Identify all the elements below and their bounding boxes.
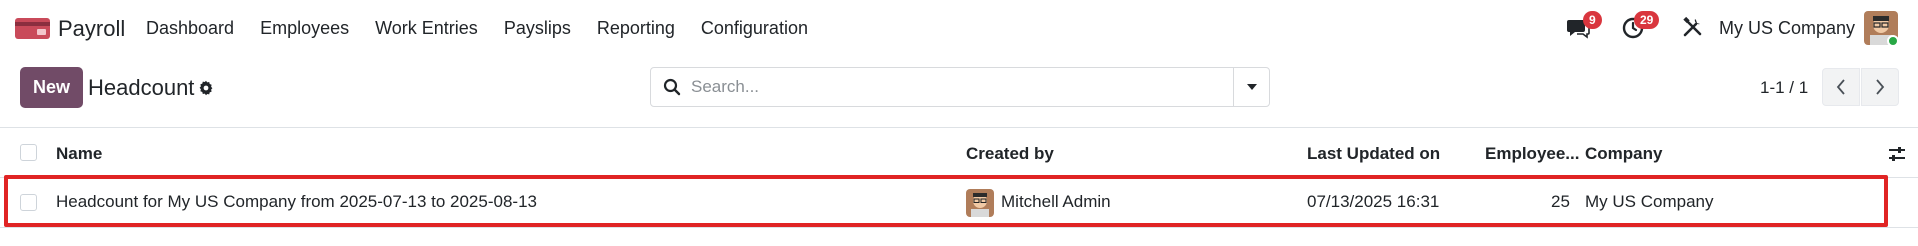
search-options-toggle[interactable] xyxy=(1233,68,1269,106)
cell-employees: 25 xyxy=(1551,192,1570,211)
caret-down-icon xyxy=(1246,84,1257,90)
pager-previous-button[interactable] xyxy=(1822,68,1860,106)
menu-item-payslips[interactable]: Payslips xyxy=(504,18,571,39)
tools-icon[interactable] xyxy=(1682,15,1704,39)
column-header-created-by[interactable]: Created by xyxy=(966,144,1054,164)
column-header-last-updated[interactable]: Last Updated on xyxy=(1307,144,1440,164)
cell-name: Headcount for My US Company from 2025-07… xyxy=(56,192,537,211)
menu-item-configuration[interactable]: Configuration xyxy=(701,18,808,39)
column-header-employees[interactable]: Employee... xyxy=(1485,144,1579,164)
avatar-image-icon xyxy=(966,189,994,217)
optional-columns-icon[interactable] xyxy=(1888,145,1906,163)
list-header: Name Created by Last Updated on Employee… xyxy=(0,128,1918,178)
column-header-name[interactable]: Name xyxy=(56,144,102,164)
main-menu: Dashboard Employees Work Entries Payslip… xyxy=(146,18,834,39)
payroll-app-icon[interactable] xyxy=(15,16,50,41)
chevron-right-icon xyxy=(1876,79,1885,95)
cell-company: My US Company xyxy=(1585,192,1714,211)
pager-value[interactable]: 1-1 / 1 xyxy=(1760,78,1808,98)
app-brand[interactable]: Payroll xyxy=(58,16,125,42)
gear-icon[interactable] xyxy=(198,80,214,96)
activities-badge: 29 xyxy=(1634,11,1660,29)
search-bar xyxy=(650,67,1270,107)
creator-avatar xyxy=(966,189,994,217)
cell-last-updated: 07/13/2025 16:31 xyxy=(1307,192,1440,211)
menu-item-dashboard[interactable]: Dashboard xyxy=(146,18,234,39)
menu-item-reporting[interactable]: Reporting xyxy=(597,18,675,39)
new-button[interactable]: New xyxy=(20,67,83,108)
table-row[interactable]: Headcount for My US Company from 2025-07… xyxy=(0,179,1918,226)
select-all-checkbox[interactable] xyxy=(20,144,37,161)
online-status-dot xyxy=(1887,35,1899,47)
column-header-company[interactable]: Company xyxy=(1585,144,1662,164)
cell-created-by: Mitchell Admin xyxy=(1001,192,1111,211)
pager-next-button[interactable] xyxy=(1861,68,1899,106)
company-switcher[interactable]: My US Company xyxy=(1719,18,1855,39)
row-checkbox[interactable] xyxy=(20,194,37,211)
top-navbar: Payroll Dashboard Employees Work Entries… xyxy=(0,0,1918,57)
messages-badge: 9 xyxy=(1583,11,1602,29)
menu-item-work-entries[interactable]: Work Entries xyxy=(375,18,478,39)
chevron-left-icon xyxy=(1836,79,1845,95)
list-bottom-line xyxy=(0,227,1918,228)
page-title: Headcount xyxy=(88,75,195,100)
search-input[interactable] xyxy=(691,68,1211,106)
menu-item-employees[interactable]: Employees xyxy=(260,18,349,39)
search-icon xyxy=(663,78,681,96)
